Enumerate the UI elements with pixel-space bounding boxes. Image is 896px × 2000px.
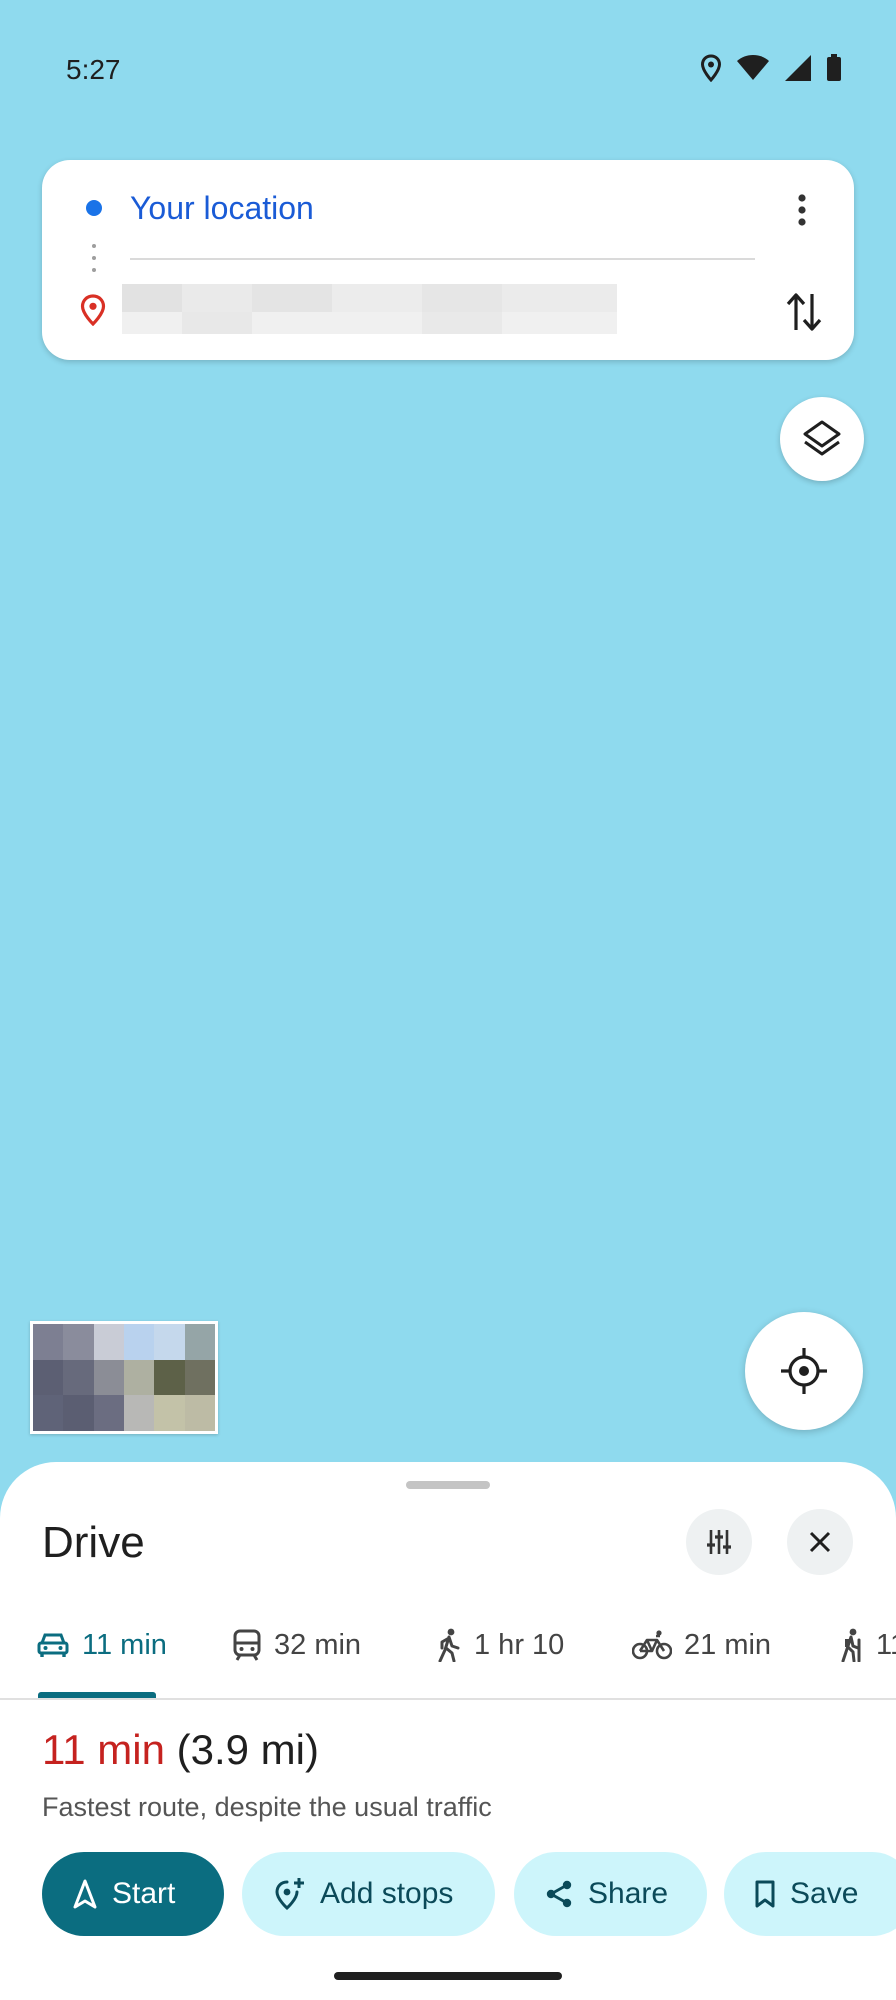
tab-bike[interactable]: 21 min: [632, 1610, 771, 1680]
walk-icon: [438, 1628, 460, 1662]
tab-label: 21 min: [684, 1628, 772, 1661]
car-icon: [37, 1633, 69, 1657]
share-button[interactable]: Share: [514, 1852, 707, 1936]
start-button[interactable]: Start: [42, 1852, 224, 1936]
more-options-button[interactable]: [782, 190, 822, 230]
layers-icon: [803, 420, 841, 456]
status-bar: 5:27: [0, 0, 896, 140]
route-actions: Start Add stops Share Save: [0, 1852, 896, 1938]
my-location-button[interactable]: [745, 1312, 863, 1430]
route-duration: 11 min: [42, 1726, 165, 1773]
tabs-divider: [0, 1698, 896, 1700]
close-button[interactable]: [787, 1509, 853, 1575]
street-view-thumbnail[interactable]: [30, 1321, 218, 1434]
status-time: 5:27: [66, 54, 121, 85]
tune-icon: [707, 1530, 731, 1554]
origin-dot-icon: [86, 200, 102, 216]
tab-drive[interactable]: 11 min: [36, 1610, 167, 1680]
tab-transit[interactable]: 32 min: [232, 1610, 361, 1680]
bike-icon: [632, 1630, 672, 1660]
close-icon: [809, 1531, 831, 1553]
cellular-icon: [785, 55, 811, 81]
tab-label: 1 hr 10: [474, 1628, 565, 1661]
swap-vertical-icon: [786, 293, 822, 331]
route-summary: 11 min (3.9 mi): [42, 1726, 319, 1774]
layers-button[interactable]: [780, 397, 864, 481]
route-options-button[interactable]: [686, 1509, 752, 1575]
start-label: Start: [112, 1877, 176, 1910]
add-location-icon: [275, 1878, 304, 1911]
share-icon: [546, 1880, 572, 1908]
add-stops-label: Add stops: [320, 1877, 454, 1910]
tab-label: 11: [876, 1628, 896, 1661]
travel-mode-title: Drive: [42, 1518, 145, 1567]
navigation-icon: [73, 1879, 97, 1909]
transit-icon: [233, 1629, 261, 1661]
field-divider: [130, 258, 755, 260]
gesture-navigation-bar[interactable]: [334, 1972, 562, 1980]
tab-walk[interactable]: 1 hr 10: [436, 1610, 564, 1680]
save-label: Save: [790, 1877, 859, 1910]
destination-field[interactable]: [122, 278, 617, 338]
share-label: Share: [588, 1877, 669, 1910]
save-button[interactable]: Save: [724, 1852, 896, 1936]
tab-label: 11 min: [82, 1628, 167, 1661]
add-stops-button[interactable]: Add stops: [242, 1852, 495, 1936]
sheet-drag-handle[interactable]: [406, 1481, 490, 1489]
route-distance: (3.9 mi): [176, 1726, 319, 1773]
destination-pin-icon: [80, 294, 106, 331]
route-connector: [92, 244, 96, 278]
status-icons: [700, 54, 842, 82]
travel-mode-tabs: 11 min 32 min 1 hr 10 21 min 1: [0, 1610, 896, 1700]
route-description: Fastest route, despite the usual traffic: [42, 1792, 492, 1822]
origin-field[interactable]: Your location: [130, 190, 314, 227]
battery-icon: [827, 54, 841, 81]
hiking-icon: [841, 1628, 861, 1662]
tab-hiking[interactable]: 11: [836, 1610, 896, 1680]
my-location-icon: [781, 1348, 827, 1394]
tab-label: 32 min: [274, 1628, 362, 1661]
more-vert-icon: [798, 194, 806, 226]
swap-button[interactable]: [780, 288, 828, 336]
bookmark-icon: [755, 1880, 775, 1908]
location-icon: [700, 54, 722, 82]
wifi-icon: [737, 55, 769, 80]
